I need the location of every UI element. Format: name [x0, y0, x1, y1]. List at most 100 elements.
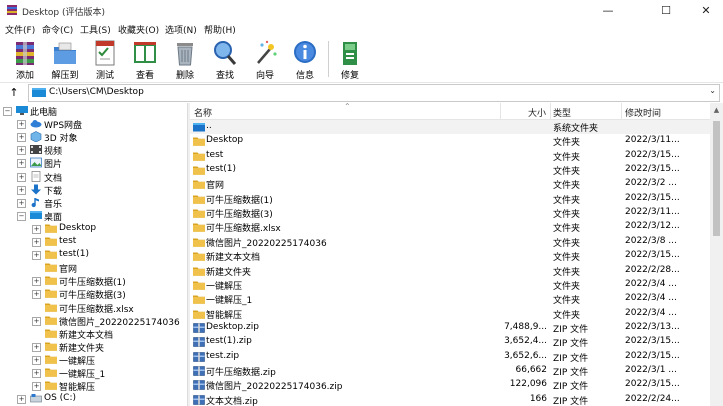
tree-item[interactable]: + 一键解压	[0, 354, 187, 367]
tree-item[interactable]: + 微信图片_20220225174036	[0, 315, 187, 328]
scrollbar-thumb[interactable]	[713, 121, 720, 236]
menu-commands[interactable]: 命令(C)	[42, 23, 73, 36]
expand-toggle-icon[interactable]: +	[32, 224, 41, 234]
tree-item[interactable]: + WPS网盘	[0, 118, 187, 131]
view-button[interactable]: 查看	[125, 37, 165, 82]
tree-item[interactable]: + test	[0, 236, 187, 249]
file-name: 官网	[206, 181, 225, 192]
tree-item[interactable]: 可牛压缩数据.xlsx	[0, 302, 187, 315]
table-row[interactable]: 智能解压 文件夹 2022/3/4 ...	[190, 307, 710, 321]
expand-toggle-icon[interactable]: +	[17, 185, 26, 195]
expand-toggle-icon[interactable]: +	[32, 369, 41, 378]
table-row[interactable]: 微信图片_20220225174036 文件夹 2022/3/8 ...	[190, 235, 710, 249]
tree-item[interactable]: − 桌面	[0, 210, 187, 223]
menu-options[interactable]: 选项(N)	[165, 23, 197, 36]
menu-file[interactable]: 文件(F)	[5, 23, 35, 36]
tree-item[interactable]: − 此电脑	[0, 105, 187, 118]
expand-toggle-icon[interactable]: +	[17, 120, 26, 130]
tree-item[interactable]: 官网	[0, 262, 187, 275]
table-row[interactable]: test(1) 文件夹 2022/3/15...	[190, 163, 710, 177]
column-size[interactable]: 大小	[528, 106, 546, 119]
delete-button[interactable]: 删除	[165, 37, 205, 82]
repair-button[interactable]: 修复	[330, 37, 370, 82]
table-row[interactable]: test(1).zip 3,652,4... ZIP 文件 2022/3/15...	[190, 335, 710, 349]
column-modified[interactable]: 修改时间	[625, 106, 661, 119]
tree-item[interactable]: + Desktop	[0, 223, 187, 236]
table-row[interactable]: 可牛压缩数据(1) 文件夹 2022/3/15...	[190, 192, 710, 206]
collapse-toggle-icon[interactable]: −	[17, 211, 26, 221]
tree-item[interactable]: + test(1)	[0, 249, 187, 262]
expand-toggle-icon[interactable]: +	[32, 251, 41, 261]
expand-toggle-icon[interactable]: +	[32, 355, 41, 365]
tree-item[interactable]: + 智能解压	[0, 380, 187, 393]
tree-item[interactable]: 新建文本文档	[0, 328, 187, 341]
address-field[interactable]: C:\Users\CM\Desktop ⌄	[28, 84, 720, 102]
up-folder-button[interactable]: ↑	[6, 85, 22, 101]
file-modified: 2022/3/4 ...	[625, 307, 677, 318]
table-row[interactable]: Desktop.zip 7,488,9... ZIP 文件 2022/3/13...	[190, 321, 710, 335]
table-row[interactable]: 新建文本文档 文件夹 2022/3/15...	[190, 249, 710, 263]
table-row[interactable]: 新建文件夹 文件夹 2022/2/28...	[190, 264, 710, 278]
expand-toggle-icon[interactable]: +	[32, 238, 41, 247]
table-row[interactable]: 官网 文件夹 2022/3/2 ...	[190, 177, 710, 191]
column-divider[interactable]	[500, 103, 501, 119]
expand-toggle-icon[interactable]: +	[17, 395, 26, 405]
test-button[interactable]: 测试	[85, 37, 125, 82]
tree-item[interactable]: + 可牛压缩数据(3)	[0, 288, 187, 301]
expand-toggle-icon[interactable]: +	[32, 382, 41, 392]
table-row[interactable]: 一键解压_1 文件夹 2022/3/4 ...	[190, 292, 710, 306]
close-button[interactable]: ✕	[689, 0, 723, 21]
expand-toggle-icon[interactable]: +	[32, 342, 41, 352]
expand-toggle-icon[interactable]: +	[32, 316, 41, 326]
folder-icon	[193, 281, 205, 290]
tree-item[interactable]: + 新建文件夹	[0, 341, 187, 354]
table-row[interactable]: 微信图片_20220225174036.zip 122,096 ZIP 文件 2022…	[190, 378, 710, 392]
folder-icon	[45, 237, 57, 246]
tree-item[interactable]: + 下载	[0, 184, 187, 197]
collapse-toggle-icon[interactable]: −	[3, 107, 12, 116]
table-row[interactable]: 文本文档.zip 166 ZIP 文件 2022/2/24...	[190, 393, 710, 406]
extract-to-button[interactable]: 解压到	[45, 37, 85, 82]
table-row[interactable]: 可牛压缩数据.xlsx 文件夹 2022/3/12...	[190, 220, 710, 234]
wizard-button[interactable]: 向导	[245, 37, 285, 82]
table-row[interactable]: 可牛压缩数据.zip 66,662 ZIP 文件 2022/3/1 ...	[190, 364, 710, 378]
tree-item[interactable]: + 一键解压_1	[0, 367, 187, 380]
expand-toggle-icon[interactable]: +	[32, 277, 41, 287]
column-divider[interactable]	[621, 103, 622, 119]
expand-toggle-icon[interactable]: +	[17, 172, 26, 182]
find-button[interactable]: 查找	[205, 37, 245, 82]
menu-favorites[interactable]: 收藏夹(O)	[118, 23, 159, 36]
scroll-up-icon[interactable]: ▲	[710, 106, 723, 114]
menu-tools[interactable]: 工具(S)	[80, 23, 111, 36]
expand-toggle-icon[interactable]: +	[17, 133, 26, 143]
view-book-icon	[134, 42, 156, 63]
table-row[interactable]: .. 系统文件夹	[190, 120, 710, 134]
tree-item[interactable]: + 图片	[0, 157, 187, 170]
column-divider[interactable]	[550, 103, 551, 119]
tree-item[interactable]: +3D 对象	[0, 131, 187, 144]
table-row[interactable]: Desktop 文件夹 2022/3/11...	[190, 134, 710, 148]
vertical-scrollbar[interactable]: ▲	[710, 103, 723, 406]
table-row[interactable]: test.zip 3,652,6... ZIP 文件 2022/3/15...	[190, 350, 710, 364]
tree-item[interactable]: + 可牛压缩数据(1)	[0, 275, 187, 288]
chevron-down-icon[interactable]: ⌄	[709, 86, 716, 95]
expand-toggle-icon[interactable]: +	[32, 290, 41, 300]
expand-toggle-icon[interactable]: +	[17, 198, 26, 208]
table-row[interactable]: test 文件夹 2022/3/15...	[190, 149, 710, 163]
column-type[interactable]: 类型	[553, 106, 571, 119]
info-button[interactable]: 信息	[285, 37, 325, 82]
table-row[interactable]: 一键解压 文件夹 2022/3/4 ...	[190, 278, 710, 292]
tree-item[interactable]: + OS (C:)	[0, 393, 187, 406]
add-button[interactable]: 添加	[5, 37, 45, 82]
tree-item[interactable]: + 音乐	[0, 197, 187, 210]
maximize-button[interactable]: ☐	[643, 0, 689, 21]
tree-item[interactable]: + 视频	[0, 144, 187, 157]
tree-item[interactable]: + 文档	[0, 170, 187, 184]
expand-toggle-icon[interactable]: +	[17, 159, 26, 169]
menu-help[interactable]: 帮助(H)	[204, 23, 236, 36]
expand-toggle-icon[interactable]: +	[17, 146, 26, 156]
column-name[interactable]: 名称	[194, 106, 212, 119]
minimize-button[interactable]: —	[585, 0, 631, 21]
file-name: Desktop.zip	[206, 321, 259, 332]
table-row[interactable]: 可牛压缩数据(3) 文件夹 2022/3/11...	[190, 206, 710, 220]
